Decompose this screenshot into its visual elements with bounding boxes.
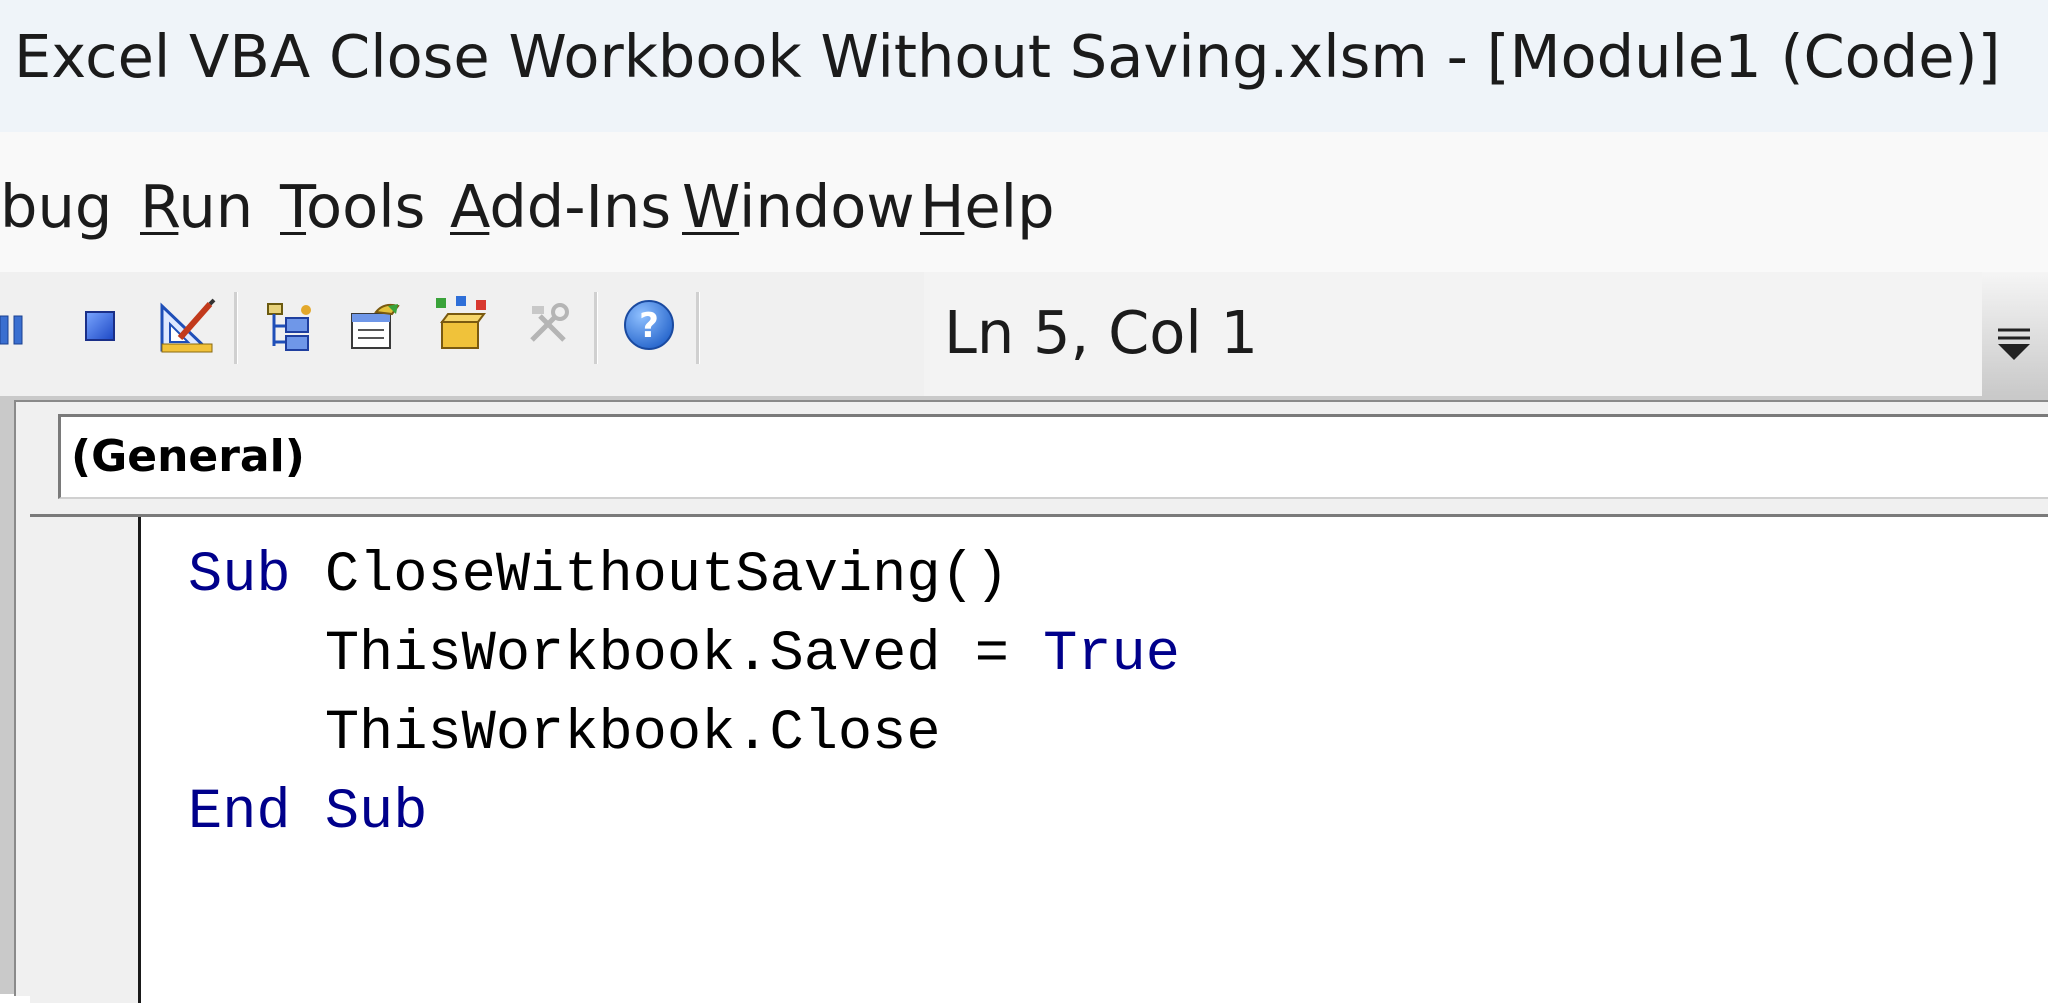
toolbar-separator <box>594 292 598 364</box>
toolbox-icon[interactable] <box>524 300 572 348</box>
code-token-keyword: End Sub <box>188 781 428 845</box>
code-text[interactable]: Sub CloseWithoutSaving() ThisWorkbook.Sa… <box>188 537 1180 853</box>
object-browser-icon[interactable] <box>434 296 490 352</box>
menu-add-ins[interactable]: Add-Ins <box>450 172 671 241</box>
toolbar-overflow-handle[interactable] <box>1982 272 2048 396</box>
menu-window-accelerator: W <box>682 172 740 241</box>
pause-icon[interactable] <box>0 312 26 352</box>
menu-tools-accelerator: T <box>280 172 307 241</box>
menu-help-accelerator: H <box>920 172 965 241</box>
design-mode-icon[interactable] <box>158 298 216 354</box>
cursor-position-text: Ln 5, Col 1 <box>944 298 1259 367</box>
standard-toolbar: ? Ln 5, Col 1 <box>0 272 2048 396</box>
window-title: Excel VBA Close Workbook Without Saving.… <box>14 22 2001 91</box>
menu-bar: bug Run Tools Add-Ins Window Help <box>0 132 2048 272</box>
title-bar: Excel VBA Close Workbook Without Saving.… <box>0 0 2048 132</box>
project-explorer-icon[interactable] <box>262 298 314 354</box>
code-token: ThisWorkbook.Saved = <box>188 623 1044 687</box>
menu-add-ins-label: dd-Ins <box>489 172 672 241</box>
chevron-down-icon <box>1998 328 2030 360</box>
menu-tools[interactable]: Tools <box>280 172 425 241</box>
code-line: ThisWorkbook.Close <box>188 695 1180 774</box>
menu-help[interactable]: Help <box>920 172 1055 241</box>
toolbar-separator <box>234 292 238 364</box>
menu-debug[interactable]: bug <box>0 172 112 241</box>
menu-help-label: elp <box>964 172 1055 241</box>
code-token: CloseWithoutSaving() <box>324 544 1009 608</box>
toolbar-separator <box>696 292 700 364</box>
code-token-keyword: Sub <box>188 544 325 608</box>
code-token: ThisWorkbook.Close <box>188 702 941 766</box>
properties-window-icon[interactable] <box>348 300 402 352</box>
svg-text:?: ? <box>639 306 659 346</box>
object-dropdown[interactable]: (General) <box>58 414 2048 499</box>
menu-run-label: un <box>178 172 254 241</box>
code-editor[interactable]: Sub CloseWithoutSaving() ThisWorkbook.Sa… <box>30 514 2048 1003</box>
margin-indicator-bar[interactable] <box>30 517 141 1003</box>
menu-tools-label: ools <box>306 172 426 241</box>
code-window: (General) Sub CloseWithoutSaving() ThisW… <box>0 396 2048 1003</box>
menu-window-label: indow <box>739 172 915 241</box>
help-icon[interactable]: ? <box>622 298 676 352</box>
code-window-frame: (General) Sub CloseWithoutSaving() ThisW… <box>14 400 2048 1003</box>
menu-run-accelerator: R <box>140 172 179 241</box>
code-line: ThisWorkbook.Saved = True <box>188 616 1180 695</box>
menu-debug-label: bug <box>0 172 113 241</box>
code-token-keyword: True <box>1043 623 1180 687</box>
stop-icon[interactable] <box>84 310 118 344</box>
menu-add-ins-accelerator: A <box>450 172 490 241</box>
code-line: End Sub <box>188 774 1180 853</box>
code-line: Sub CloseWithoutSaving() <box>188 537 1180 616</box>
menu-run[interactable]: Run <box>140 172 253 241</box>
menu-window[interactable]: Window <box>682 172 915 241</box>
object-dropdown-value: (General) <box>71 431 305 482</box>
cursor-position-indicator: Ln 5, Col 1 <box>924 272 1982 396</box>
